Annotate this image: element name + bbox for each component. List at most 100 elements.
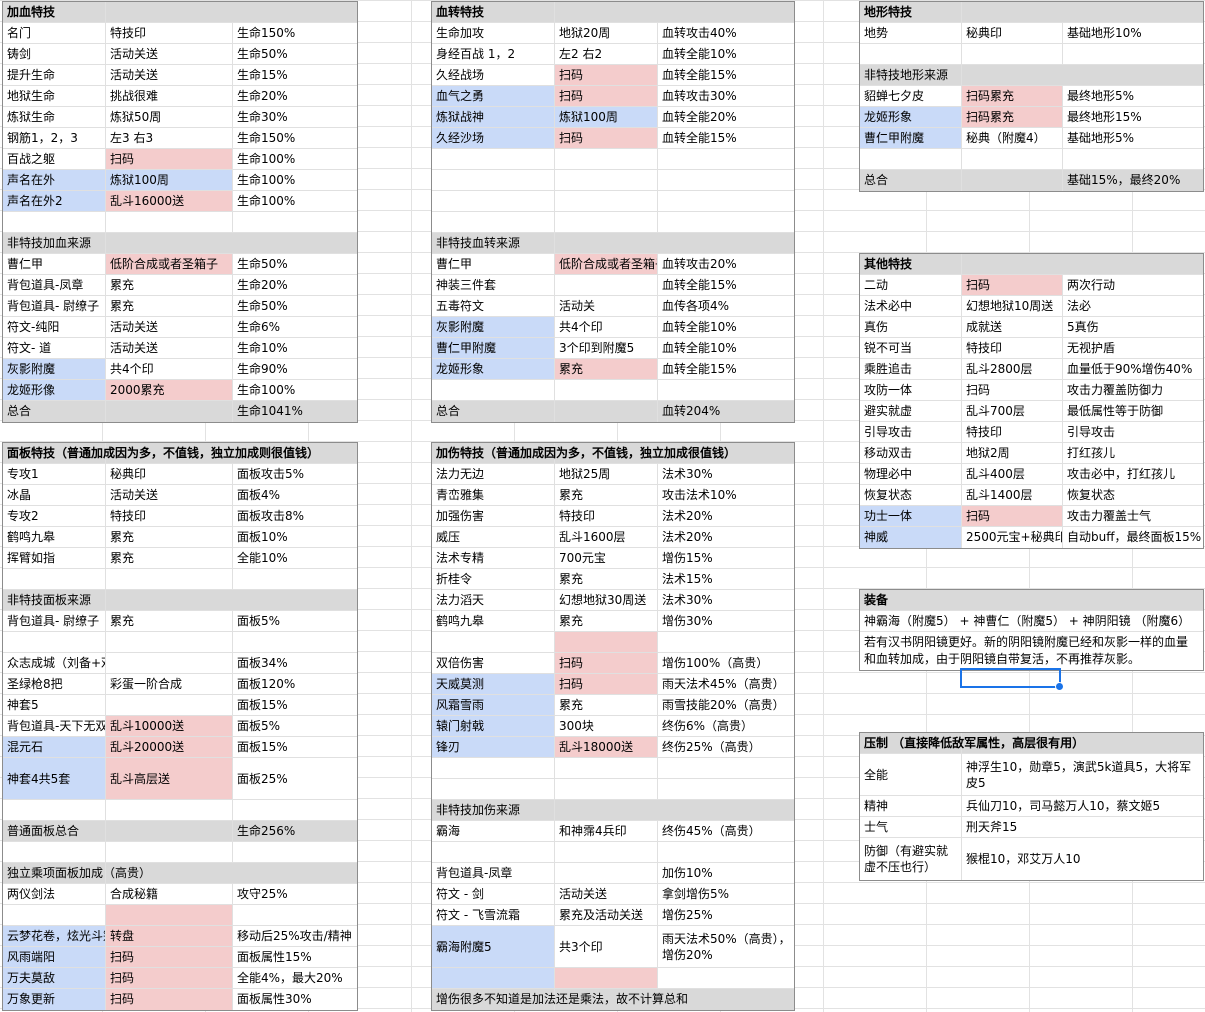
fill-handle[interactable]: [1055, 682, 1064, 691]
panel-cell[interactable]: 万象更新: [3, 989, 106, 1010]
hp-cell[interactable]: 挑战很难: [106, 86, 233, 106]
dmg-cell[interactable]: 累充及活动关送: [555, 905, 658, 925]
hemo-cell[interactable]: 炼狱战神: [432, 107, 555, 127]
hemo-cell[interactable]: 久经战场: [432, 65, 555, 85]
panel-cell[interactable]: 面板34%: [233, 653, 359, 673]
panel-cell[interactable]: 面板15%: [233, 695, 359, 715]
hemo-cell[interactable]: 血转特技: [432, 2, 555, 22]
panel-cell[interactable]: [106, 863, 233, 883]
other-cell[interactable]: 避实就虚: [860, 401, 962, 421]
panel-cell[interactable]: [106, 590, 233, 610]
other-cell[interactable]: 法必: [1063, 296, 1205, 316]
other-cell[interactable]: 物理必中: [860, 464, 962, 484]
panel-cell[interactable]: 面板15%: [233, 737, 359, 757]
other-cell[interactable]: 攻击力覆盖士气: [1063, 506, 1205, 526]
hemo-cell[interactable]: 血转攻击40%: [658, 23, 795, 43]
hp-cell[interactable]: 炼狱生命: [3, 107, 106, 127]
dmg-cell[interactable]: 增伤100%（高贵）: [658, 653, 795, 673]
dmg-cell[interactable]: 幻想地狱30周送: [555, 590, 658, 610]
panel-cell[interactable]: [106, 569, 233, 589]
hemo-cell[interactable]: [432, 149, 555, 169]
panel-cell[interactable]: 面板120%: [233, 674, 359, 694]
terrain-cell[interactable]: 貂蝉七夕皮: [860, 86, 962, 106]
dmg-cell[interactable]: [658, 758, 795, 778]
terrain-cell[interactable]: 地势: [860, 23, 962, 43]
other-cell[interactable]: 乱斗1400层: [962, 485, 1063, 505]
hp-cell[interactable]: 生命100%: [233, 191, 359, 211]
panel-cell[interactable]: 扫码: [106, 947, 233, 967]
hp-cell[interactable]: [106, 401, 233, 422]
hp-cell[interactable]: 背包道具-凤章: [3, 275, 106, 295]
panel-cell[interactable]: 冰晶: [3, 485, 106, 505]
dmg-cell[interactable]: 地狱25周: [555, 464, 658, 484]
hp-cell[interactable]: 累充: [106, 296, 233, 316]
panel-cell[interactable]: 独立乘项面板加成（高贵）: [3, 863, 151, 883]
hp-cell[interactable]: 背包道具- 尉缭子: [3, 296, 106, 316]
hp-cell[interactable]: 非特技加血来源: [3, 233, 106, 253]
terrain-cell[interactable]: [962, 170, 1063, 191]
panel-cell[interactable]: 圣绿枪8把: [3, 674, 106, 694]
other-cell[interactable]: 乘胜追击: [860, 359, 962, 379]
other-cell[interactable]: 地狱2周: [962, 443, 1063, 463]
dmg-cell[interactable]: 法力无边: [432, 464, 555, 484]
hemo-cell[interactable]: 血气之勇: [432, 86, 555, 106]
dmg-cell[interactable]: 法力滔天: [432, 590, 555, 610]
other-cell[interactable]: 血量低于90%增伤40%: [1063, 359, 1205, 379]
suppress-cell[interactable]: 士气: [860, 817, 962, 837]
hemo-cell[interactable]: 五毒符文: [432, 296, 555, 316]
hemo-cell[interactable]: 地狱20周: [555, 23, 658, 43]
panel-cell[interactable]: [106, 653, 233, 673]
hp-cell[interactable]: 生命150%: [233, 23, 359, 43]
dmg-cell[interactable]: 霸海附魔5: [432, 926, 555, 967]
terrain-cell[interactable]: 最终地形15%: [1063, 107, 1205, 127]
dmg-cell[interactable]: 非特技加伤来源: [432, 800, 555, 820]
dmg-cell[interactable]: [432, 758, 555, 778]
panel-cell[interactable]: 转盘: [106, 926, 233, 946]
hemo-cell[interactable]: [555, 170, 658, 190]
hp-cell[interactable]: 活动关送: [106, 338, 233, 358]
hp-cell[interactable]: 加血特技: [3, 2, 106, 22]
panel-cell[interactable]: 面板25%: [233, 758, 359, 799]
dmg-cell[interactable]: 终伤25%（高贵）: [658, 737, 795, 757]
dmg-cell[interactable]: [555, 968, 658, 988]
hp-cell[interactable]: 生命10%: [233, 338, 359, 358]
dmg-cell[interactable]: 扫码: [555, 674, 658, 694]
hp-cell[interactable]: [106, 2, 233, 22]
hp-cell[interactable]: [106, 233, 233, 253]
terrain-cell[interactable]: 非特技地形来源: [860, 65, 962, 85]
terrain-cell[interactable]: [1063, 2, 1205, 22]
dmg-cell[interactable]: [658, 443, 795, 463]
hemo-cell[interactable]: [555, 275, 658, 295]
dmg-cell[interactable]: 终伤45%（高贵）: [658, 821, 795, 841]
hp-cell[interactable]: [3, 212, 106, 232]
dmg-cell[interactable]: [555, 443, 658, 463]
other-cell[interactable]: 乱斗2800层: [962, 359, 1063, 379]
dmg-cell[interactable]: [432, 632, 555, 652]
panel-cell[interactable]: 面板特技（普通加成因为多，不值钱，独立加成则很值钱）: [3, 443, 319, 463]
hemo-cell[interactable]: 龙姬形象: [432, 359, 555, 379]
dmg-cell[interactable]: 特技印: [555, 506, 658, 526]
panel-cell[interactable]: 乱斗20000送: [106, 737, 233, 757]
panel-cell[interactable]: 云梦花卷，炫光斗篷: [3, 926, 106, 946]
hp-cell[interactable]: 名门: [3, 23, 106, 43]
hp-cell[interactable]: [233, 233, 359, 253]
dmg-cell[interactable]: 法术30%: [658, 590, 795, 610]
hp-cell[interactable]: 生命100%: [233, 149, 359, 169]
hp-cell[interactable]: 扫码: [106, 149, 233, 169]
dmg-cell[interactable]: 鹤鸣九皋: [432, 611, 555, 631]
hemo-cell[interactable]: 共4个印: [555, 317, 658, 337]
hemo-cell[interactable]: 活动关: [555, 296, 658, 316]
dmg-cell[interactable]: [658, 632, 795, 652]
terrain-cell[interactable]: [1063, 149, 1205, 169]
hemo-cell[interactable]: 血转攻击30%: [658, 86, 795, 106]
other-cell[interactable]: [962, 254, 1063, 274]
hp-cell[interactable]: 生命50%: [233, 254, 359, 274]
dmg-cell[interactable]: [555, 779, 658, 799]
panel-cell[interactable]: [233, 569, 359, 589]
hemo-cell[interactable]: 3个印到附魔5: [555, 338, 658, 358]
dmg-cell[interactable]: [555, 632, 658, 652]
other-cell[interactable]: 无视护盾: [1063, 338, 1205, 358]
hemo-cell[interactable]: [555, 191, 658, 211]
hemo-cell[interactable]: [432, 212, 555, 232]
hemo-cell[interactable]: 身经百战 1，2: [432, 44, 555, 64]
